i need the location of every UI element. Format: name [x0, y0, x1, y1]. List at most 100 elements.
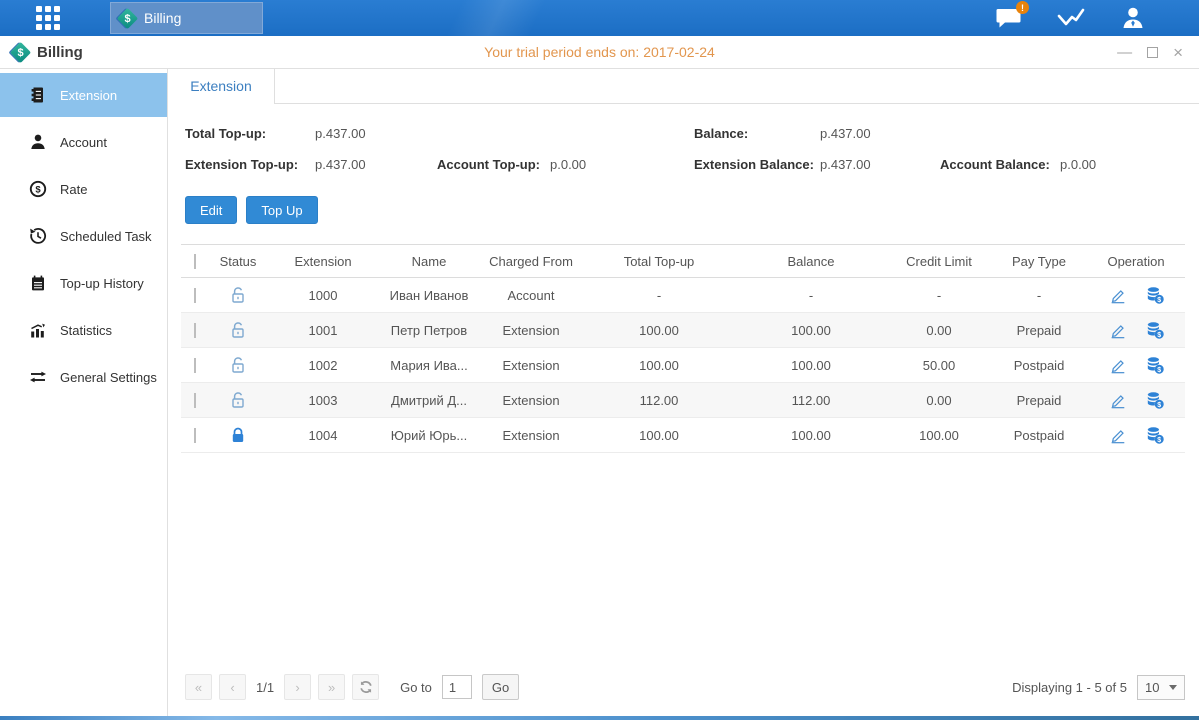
window-title: Billing [37, 44, 83, 61]
operation-cell: $ [1087, 356, 1185, 374]
lock-open-icon [230, 286, 246, 304]
top-up-extension-icon[interactable]: $ [1146, 321, 1164, 339]
extension-cell: 1002 [267, 358, 379, 373]
billing-dollar-diamond-icon: $ [117, 7, 138, 28]
person-icon [29, 133, 47, 151]
charged-from-cell: Extension [479, 393, 583, 408]
page-size-select[interactable]: 10 [1137, 675, 1185, 700]
account-topup-value: p.0.00 [550, 157, 694, 172]
sidebar-item-label: Scheduled Task [60, 229, 152, 244]
edit-extension-icon[interactable] [1109, 322, 1126, 339]
extension-balance-label: Extension Balance: [694, 157, 820, 172]
top-up-button[interactable]: Top Up [246, 196, 317, 224]
last-page-button[interactable]: » [318, 674, 345, 700]
sidebar-item-label: Top-up History [60, 276, 144, 291]
balance-cell: 100.00 [735, 358, 887, 373]
row-checkbox[interactable] [194, 358, 196, 373]
sidebar-item-rate[interactable]: $ Rate [0, 167, 167, 211]
edit-extension-icon[interactable] [1109, 392, 1126, 409]
edit-button[interactable]: Edit [185, 196, 237, 224]
row-checkbox[interactable] [194, 393, 196, 408]
sidebar-item-label: Statistics [60, 323, 112, 338]
balance-label: Balance: [694, 126, 820, 141]
edit-extension-icon[interactable] [1109, 427, 1126, 444]
operation-cell: $ [1087, 286, 1185, 304]
sidebar-item-label: Rate [60, 182, 87, 197]
sidebar-item-scheduled-task[interactable]: Scheduled Task [0, 214, 167, 258]
app-launcher-grid-icon[interactable] [36, 6, 60, 30]
chevron-down-icon [1169, 685, 1177, 690]
sidebar-item-topup-history[interactable]: Top-up History [0, 261, 167, 305]
svg-text:$: $ [1157, 297, 1161, 304]
page-size-value: 10 [1145, 680, 1159, 695]
bar-chart-icon [29, 321, 47, 339]
billing-app-tab[interactable]: $ Billing [110, 2, 263, 34]
sidebar-item-statistics[interactable]: Statistics [0, 308, 167, 352]
status-cell [209, 286, 267, 304]
total-topup-cell: - [583, 288, 735, 303]
table-row: 1002 Мария Ива... Extension 100.00 100.0… [181, 348, 1185, 383]
name-cell: Юрий Юрь... [379, 428, 479, 443]
dollar-coin-icon: $ [29, 180, 47, 198]
billing-app-window: $ Billing ! [0, 0, 1199, 720]
table-header-row: Status Extension Name Charged From Total… [181, 244, 1185, 278]
balance-summary: Total Top-up: p.437.00 Balance: p.437.00… [168, 104, 1199, 180]
status-cell [209, 426, 267, 444]
top-up-extension-icon[interactable]: $ [1146, 286, 1164, 304]
pay-type-cell: - [991, 288, 1087, 303]
goto-label: Go to [400, 680, 432, 695]
maximize-button[interactable] [1147, 47, 1158, 58]
refresh-button[interactable] [352, 674, 379, 700]
close-button[interactable]: × [1173, 44, 1183, 61]
sliders-icon [29, 368, 47, 386]
extension-cell: 1003 [267, 393, 379, 408]
extensions-table: Status Extension Name Charged From Total… [181, 244, 1185, 453]
user-account-icon[interactable] [1119, 5, 1147, 31]
edit-extension-icon[interactable] [1109, 357, 1126, 374]
balance-cell: 112.00 [735, 393, 887, 408]
table-row: 1003 Дмитрий Д... Extension 112.00 112.0… [181, 383, 1185, 418]
top-up-extension-icon[interactable]: $ [1146, 391, 1164, 409]
table-body: 1000 Иван Иванов Account - - - - $ [181, 278, 1185, 453]
balance-cell: 100.00 [735, 428, 887, 443]
operation-cell: $ [1087, 391, 1185, 409]
row-checkbox[interactable] [194, 323, 196, 338]
edit-extension-icon[interactable] [1109, 287, 1126, 304]
sidebar-item-general-settings[interactable]: General Settings [0, 355, 167, 399]
name-cell: Петр Петров [379, 323, 479, 338]
name-cell: Иван Иванов [379, 288, 479, 303]
sidebar-item-label: General Settings [60, 370, 157, 385]
credit-limit-cell: 0.00 [887, 323, 991, 338]
minimize-button[interactable]: — [1117, 45, 1132, 60]
first-page-button[interactable]: « [185, 674, 212, 700]
go-button[interactable]: Go [482, 674, 519, 700]
billing-app-tab-label: Billing [144, 10, 181, 26]
charged-from-cell: Extension [479, 358, 583, 373]
sidebar-nav: Extension Account $ Rate [0, 69, 168, 716]
credit-limit-cell: 100.00 [887, 428, 991, 443]
balance-cell: - [735, 288, 887, 303]
messages-icon[interactable]: ! [995, 5, 1023, 31]
pagination-bar: « ‹ 1/1 › » Go to Go Displaying [168, 664, 1199, 716]
window-title-bar: $ Billing Your trial period ends on: 201… [0, 36, 1199, 69]
row-checkbox[interactable] [194, 288, 196, 303]
refresh-icon [359, 680, 373, 694]
next-page-button[interactable]: › [284, 674, 311, 700]
sidebar-item-extension[interactable]: Extension [0, 73, 167, 117]
reports-chart-icon[interactable] [1057, 5, 1085, 31]
ledger-icon [29, 86, 47, 104]
tab-extension[interactable]: Extension [168, 69, 275, 104]
top-up-extension-icon[interactable]: $ [1146, 356, 1164, 374]
prev-page-button[interactable]: ‹ [219, 674, 246, 700]
svg-text:$: $ [1157, 402, 1161, 409]
name-cell: Дмитрий Д... [379, 393, 479, 408]
col-status: Status [209, 254, 267, 269]
row-checkbox[interactable] [194, 428, 196, 443]
select-all-checkbox[interactable] [194, 254, 196, 269]
col-balance: Balance [735, 254, 887, 269]
sidebar-item-account[interactable]: Account [0, 120, 167, 164]
main-content: Extension Total Top-up: p.437.00 Balance… [168, 69, 1199, 716]
goto-page-input[interactable] [442, 675, 472, 699]
account-balance-label: Account Balance: [940, 157, 1060, 172]
top-up-extension-icon[interactable]: $ [1146, 426, 1164, 444]
